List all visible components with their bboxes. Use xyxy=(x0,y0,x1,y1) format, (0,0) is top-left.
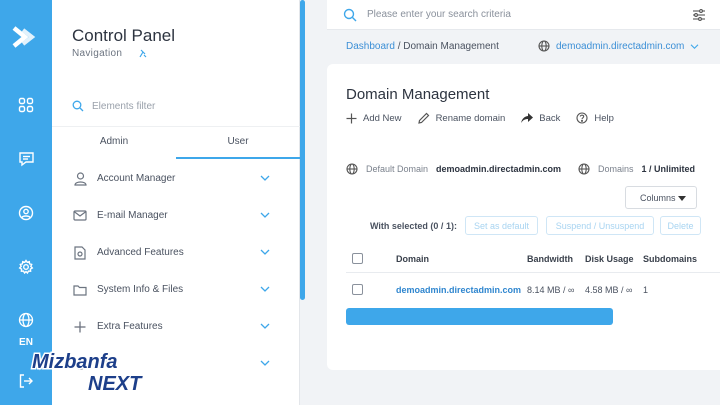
back-button[interactable]: Back xyxy=(521,112,561,124)
filter-sliders-icon[interactable] xyxy=(692,9,706,21)
search-input[interactable] xyxy=(367,9,667,20)
nav-scrollbar[interactable] xyxy=(300,0,305,300)
back-arrow-icon xyxy=(521,112,534,123)
action-toolbar: Add New Rename domain Back Help xyxy=(346,112,630,124)
menu-item-email-manager[interactable]: E-mail Manager xyxy=(52,197,300,234)
chevron-down-icon[interactable] xyxy=(260,322,270,330)
advanced-file-icon xyxy=(72,245,88,261)
mizbanfa-watermark-logo: Mizbanfa NEXT xyxy=(31,350,145,395)
settings-gear-icon[interactable] xyxy=(14,255,38,279)
search-icon xyxy=(343,8,357,21)
columns-label: Columns xyxy=(640,192,676,203)
suspend-unsuspend-button[interactable]: Suspend / Unsuspend xyxy=(546,216,654,235)
table-header: Domain Bandwidth Disk Usage Subdomains xyxy=(346,247,720,273)
menu-item-label: Extra Features xyxy=(97,321,163,332)
folder-icon xyxy=(72,282,88,298)
rename-domain-label: Rename domain xyxy=(435,112,506,124)
chevron-down-icon[interactable] xyxy=(260,359,270,367)
directadmin-logo-icon[interactable] xyxy=(8,20,42,54)
back-label: Back xyxy=(539,112,561,124)
envelope-icon xyxy=(72,208,88,224)
columns-dropdown-button[interactable]: Columns xyxy=(625,186,697,209)
plus-icon xyxy=(72,319,88,335)
global-search-bar xyxy=(327,0,720,30)
elements-filter[interactable]: Elements filter xyxy=(72,100,155,112)
chevron-down-icon[interactable] xyxy=(260,285,270,293)
row-checkbox[interactable] xyxy=(352,284,363,295)
user-icon xyxy=(72,171,88,187)
horizontal-scrollbar[interactable] xyxy=(346,308,613,325)
chevron-down-icon[interactable] xyxy=(260,211,270,219)
navigation-panel: Control Panel Navigation Elements filter… xyxy=(52,0,305,405)
breadcrumb: Dashboard / Domain Management xyxy=(346,41,499,52)
delete-button[interactable]: Delete xyxy=(660,216,701,235)
row-domain-link[interactable]: demoadmin.directadmin.com xyxy=(396,285,521,295)
row-subdomains: 1 xyxy=(643,285,649,295)
pin-icon[interactable] xyxy=(138,49,148,59)
nav-tabs: Admin User xyxy=(52,126,300,159)
messages-icon[interactable] xyxy=(14,147,38,171)
chevron-down-icon xyxy=(690,43,699,49)
plus-icon xyxy=(346,113,357,123)
select-all-checkbox[interactable] xyxy=(352,253,363,264)
table-row: demoadmin.directadmin.com 8.14 MB / ∞ 4.… xyxy=(346,278,720,304)
page-title: Domain Management xyxy=(346,86,490,103)
row-disk-usage: 4.58 MB / ∞ xyxy=(585,285,633,295)
chevron-down-icon[interactable] xyxy=(260,174,270,182)
menu-item-extra-features[interactable]: Extra Features xyxy=(52,308,300,345)
menu-item-label: System Info & Files xyxy=(97,284,184,295)
breadcrumb-separator: / xyxy=(394,41,404,52)
default-domain-label: Default Domain xyxy=(366,164,429,174)
default-domain-value: demoadmin.directadmin.com xyxy=(436,164,562,174)
tab-admin[interactable]: Admin xyxy=(52,127,176,159)
globe-language-icon[interactable] xyxy=(14,308,38,332)
header-disk-usage[interactable]: Disk Usage xyxy=(585,254,634,264)
panel-subtitle: Navigation xyxy=(72,48,123,59)
header-subdomains[interactable]: Subdomains xyxy=(643,254,697,264)
watermark-line1: Mizbanfa xyxy=(32,351,118,373)
set-as-default-button[interactable]: Set as default xyxy=(465,216,538,235)
user-menu[interactable]: demoadmin.directadmin.com xyxy=(538,40,699,52)
header-domain[interactable]: Domain xyxy=(396,254,429,264)
row-bandwidth: 8.14 MB / ∞ xyxy=(527,285,575,295)
breadcrumb-current: Domain Management xyxy=(403,41,499,52)
globe-icon xyxy=(578,163,590,175)
menu-item-system-info[interactable]: System Info & Files xyxy=(52,271,300,308)
globe-icon xyxy=(346,163,358,175)
help-button[interactable]: Help xyxy=(576,112,614,124)
add-new-button[interactable]: Add New xyxy=(346,113,402,124)
default-domain-info: Default Domain demoadmin.directadmin.com xyxy=(346,163,561,175)
chevron-down-icon[interactable] xyxy=(260,248,270,256)
domain-management-card: Domain Management Add New Rename domain … xyxy=(327,64,720,370)
menu-item-label: E-mail Manager xyxy=(97,210,168,221)
breadcrumb-dashboard-link[interactable]: Dashboard xyxy=(346,41,395,52)
with-selected-label: With selected (0 / 1): xyxy=(370,221,457,231)
user-circle-icon[interactable] xyxy=(14,201,38,225)
elements-filter-placeholder: Elements filter xyxy=(92,100,156,112)
tab-user[interactable]: User xyxy=(176,127,300,159)
globe-user-icon xyxy=(538,40,550,52)
domains-label: Domains xyxy=(598,164,634,174)
add-new-label: Add New xyxy=(363,112,402,124)
domains-value: 1 / Unlimited xyxy=(641,164,696,174)
menu-item-label: Advanced Features xyxy=(97,247,184,258)
search-icon xyxy=(72,100,84,112)
menu-item-label: Account Manager xyxy=(97,173,176,184)
header-bandwidth[interactable]: Bandwidth xyxy=(527,254,573,264)
left-rail: EN xyxy=(0,0,52,405)
watermark-line2: NEXT xyxy=(88,373,143,394)
domains-count-info: Domains 1 / Unlimited xyxy=(578,163,695,175)
question-icon xyxy=(576,112,588,124)
menu-item-advanced-features[interactable]: Advanced Features xyxy=(52,234,300,271)
dashboard-grid-icon[interactable] xyxy=(14,93,38,117)
pencil-icon xyxy=(417,112,429,124)
menu-item-account-manager[interactable]: Account Manager xyxy=(52,160,300,197)
panel-title: Control Panel xyxy=(72,26,176,45)
rename-domain-button[interactable]: Rename domain xyxy=(417,112,506,124)
caret-down-icon xyxy=(678,196,686,201)
help-label: Help xyxy=(594,112,614,124)
user-name: demoadmin.directadmin.com xyxy=(556,40,685,52)
